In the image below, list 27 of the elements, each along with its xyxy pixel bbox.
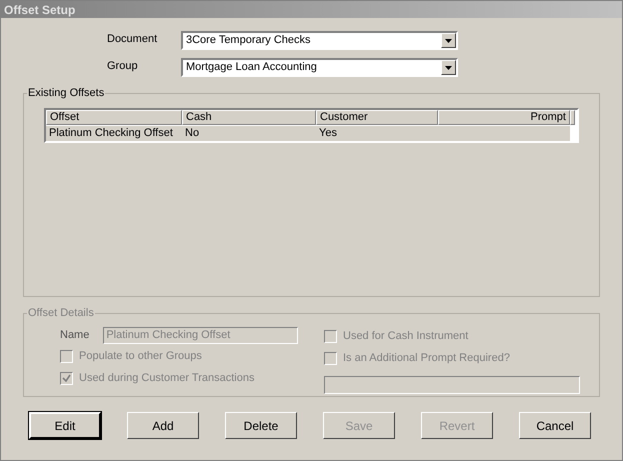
field-label: Document xyxy=(107,32,158,47)
dropdown-value: 3Core Temporary Checks xyxy=(185,33,312,48)
table-cell-text: No xyxy=(184,126,200,140)
column-header[interactable]: Prompt xyxy=(438,110,570,124)
action-button[interactable]: Cancel xyxy=(519,412,591,439)
dropdown[interactable]: Mortgage Loan Accounting xyxy=(181,58,458,77)
list-row[interactable]: Platinum Checking Offset No Yes xyxy=(46,126,570,140)
action-button[interactable]: Delete xyxy=(225,412,297,439)
window-title: Offset Setup xyxy=(1,1,622,18)
dropdown-value: Mortgage Loan Accounting xyxy=(185,60,318,76)
checkbox-label: Is an Additional Prompt Required? xyxy=(343,351,510,366)
action-button[interactable]: Edit xyxy=(29,412,101,439)
table-cell-text: Yes xyxy=(318,126,338,140)
table-cell-text: Platinum Checking Offset xyxy=(48,126,174,140)
checkbox-label: Used for Cash Instrument xyxy=(343,329,468,344)
column-header[interactable]: Customer xyxy=(316,110,438,124)
dropdown[interactable]: 3Core Temporary Checks xyxy=(181,31,458,50)
group-title: Offset Details xyxy=(27,306,95,321)
column-header[interactable]: Cash xyxy=(182,110,316,124)
checkbox-label: Populate to other Groups xyxy=(79,349,202,364)
field-label: Group xyxy=(107,59,139,74)
column-header[interactable] xyxy=(570,110,575,124)
column-header[interactable]: Offset xyxy=(46,110,182,124)
action-button[interactable]: Add xyxy=(127,412,199,439)
name-label: Name xyxy=(60,328,90,343)
checkbox-label: Used during Customer Transactions xyxy=(79,371,254,386)
group-title: Existing Offsets xyxy=(27,86,106,101)
